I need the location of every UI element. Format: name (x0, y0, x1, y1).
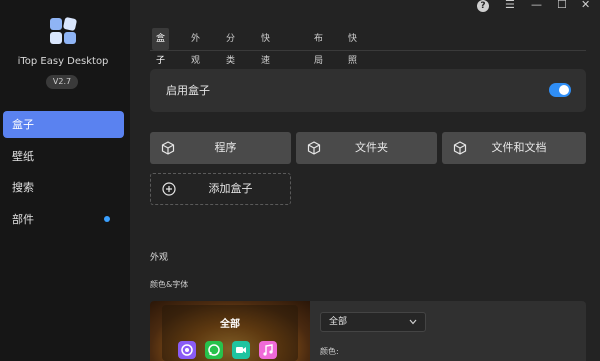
close-icon[interactable]: ✕ (581, 0, 590, 11)
sidebar-item-box[interactable]: 盒子 (3, 111, 124, 138)
app-name: iTop Easy Desktop (17, 56, 109, 67)
app-logo-icon (50, 17, 77, 44)
enable-box-label: 启用盒子 (166, 84, 210, 97)
version-badge: V2.7 (46, 75, 78, 89)
folder-box-label: 文件夹 (355, 141, 388, 154)
sidebar-item-label: 壁纸 (12, 150, 34, 163)
color-font-subtitle: 颜色&字体 (150, 280, 189, 289)
sidebar-item-label: 搜索 (12, 181, 34, 194)
files-docs-box-label: 文件和文档 (491, 141, 547, 154)
sidebar-item-search[interactable]: 搜索 (3, 174, 124, 201)
chevron-down-icon (409, 319, 417, 325)
program-box-button[interactable]: 程序 (150, 132, 291, 164)
enable-box-toggle[interactable] (549, 83, 571, 97)
sidebar-item-label: 部件 (12, 213, 34, 226)
maximize-icon[interactable]: ☐ (557, 0, 567, 11)
tab-quick-actions[interactable]: 快速操作 (257, 28, 274, 110)
appearance-card: 全部 全部 颜色: (150, 301, 586, 361)
new-badge-dot (104, 216, 110, 222)
enable-box-card: 启用盒子 (150, 69, 586, 112)
box-preview: 全部 (150, 301, 310, 361)
appearance-section-title: 外观 (150, 253, 169, 263)
facetime-icon (232, 341, 250, 359)
files-docs-box-button[interactable]: 文件和文档 (442, 132, 586, 164)
tab-divider (150, 50, 586, 51)
sidebar-item-label: 盒子 (12, 118, 34, 131)
sidebar-item-wallpaper[interactable]: 壁纸 (3, 143, 124, 170)
folder-box-button[interactable]: 文件夹 (296, 132, 437, 164)
music-icon (259, 341, 277, 359)
chrome-icon (178, 341, 196, 359)
tab-categories[interactable]: 分类 (222, 28, 239, 66)
menu-icon[interactable]: ☰ (505, 0, 515, 11)
dropdown-value: 全部 (329, 317, 348, 327)
add-box-label: 添加盒子 (208, 182, 253, 195)
preview-box-title: 全部 (220, 319, 240, 330)
whatsapp-icon (205, 341, 223, 359)
box-filter-dropdown[interactable]: 全部 (320, 312, 426, 332)
tab-appearance[interactable]: 外观 (187, 28, 204, 66)
tab-layout[interactable]: 布局 (310, 28, 327, 66)
help-icon[interactable]: ? (477, 0, 489, 12)
minimize-icon[interactable]: — (531, 0, 542, 11)
sidebar: iTop Easy Desktop V2.7 盒子 壁纸 搜索 部件 (0, 0, 130, 361)
color-label: 颜色: (320, 347, 339, 356)
add-box-button[interactable]: 添加盒子 (150, 173, 291, 205)
program-box-label: 程序 (214, 141, 237, 154)
window-controls: ? ☰ — ☐ ✕ (470, 0, 600, 12)
tab-box[interactable]: 盒子 (152, 28, 170, 66)
sidebar-item-widgets[interactable]: 部件 (3, 206, 124, 233)
preview-box: 全部 (162, 305, 298, 361)
tab-snapshot[interactable]: 快照 (344, 28, 361, 66)
